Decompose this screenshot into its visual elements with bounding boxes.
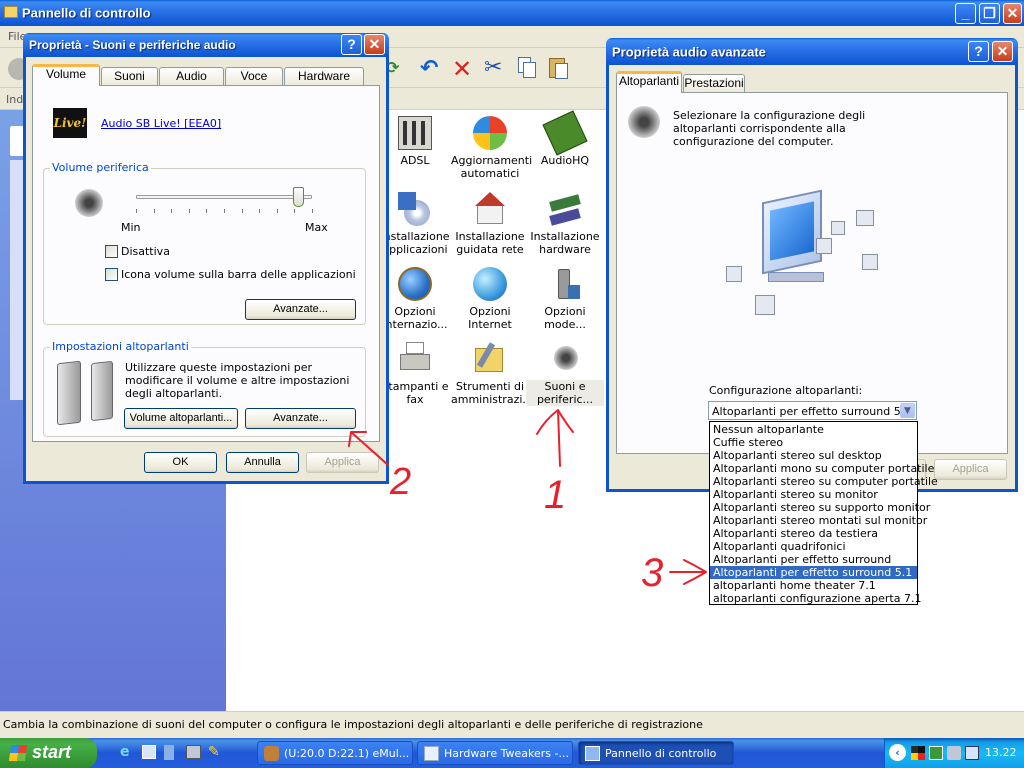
wrench-icon[interactable]: ✎ (208, 744, 223, 760)
clock: 13.22 (985, 746, 1017, 759)
annotations-overlay: 1 2 3 (348, 409, 707, 595)
annotation-arrow-1 (536, 409, 574, 467)
annotation-number-2: 2 (389, 461, 411, 503)
tab-altoparlanti[interactable]: Altoparlanti (616, 71, 682, 93)
taskbar-item-hardware-tweakers[interactable]: Hardware Tweakers -... (417, 741, 573, 765)
quick-launch: e ✎ (116, 744, 246, 762)
taskbar-item-label: (U:20.0 D:22.1) eMul... (284, 747, 410, 760)
show-desktop-icon[interactable] (142, 745, 156, 759)
browser-icon (424, 746, 439, 761)
tray-network-icon[interactable] (929, 746, 943, 760)
taskbar-item-control-panel[interactable]: Pannello di controllo (578, 741, 734, 765)
taskbar-item-emule[interactable]: (U:20.0 D:22.1) eMul... (257, 741, 413, 765)
annotation-arrow-2 (348, 431, 389, 466)
annotation-number-1: 1 (544, 473, 566, 517)
taskbar: start e ✎ (U:20.0 D:22.1) eMul... Hardwa… (0, 738, 1024, 768)
system-tray: ‹ 13.22 (884, 738, 1024, 768)
emule-icon (264, 746, 279, 761)
control-panel-icon (585, 746, 600, 761)
start-label: start (32, 742, 72, 762)
annotation-number-3: 3 (641, 551, 663, 595)
tray-connection-icon[interactable] (965, 746, 979, 760)
tray-expand-icon[interactable]: ‹ (889, 744, 906, 761)
ie-icon[interactable]: e (120, 744, 136, 760)
tab-volume[interactable]: Volume (32, 64, 100, 86)
annotation-arrow-3 (669, 559, 707, 585)
tray-sound-icon[interactable] (947, 746, 961, 760)
start-button[interactable]: start (0, 738, 97, 768)
taskbar-item-label: Hardware Tweakers -... (444, 747, 569, 760)
app-icon[interactable] (186, 745, 201, 759)
media-icon[interactable] (164, 745, 174, 760)
windows-logo-icon (8, 745, 28, 761)
tray-app-icon[interactable] (911, 746, 925, 760)
taskbar-item-label: Pannello di controllo (605, 747, 717, 760)
